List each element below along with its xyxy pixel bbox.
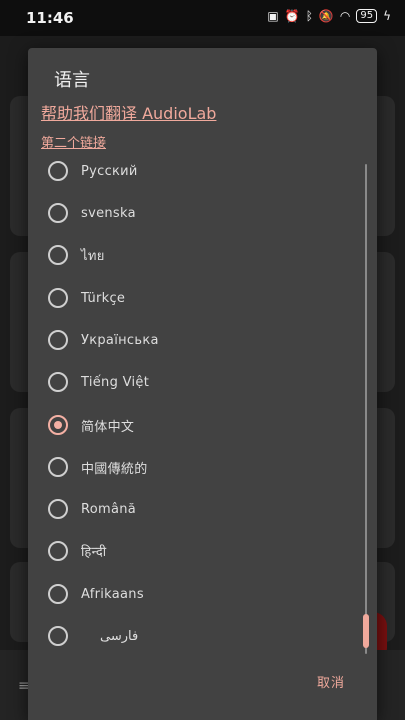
cancel-button[interactable]: 取消 xyxy=(317,672,345,691)
language-label: Afrikaans xyxy=(81,586,144,602)
language-dialog: 语言 帮助我们翻译 AudioLab 第二个链接 Русский svenska… xyxy=(28,48,377,720)
alarm-icon: ⏰ xyxy=(284,9,300,23)
language-option[interactable]: فارسی xyxy=(28,615,358,657)
language-label: svenska xyxy=(81,205,136,221)
radio-button[interactable] xyxy=(48,245,68,265)
status-icons: ▣ ⏰ ᛒ 🔕 ◠ 95 ϟ xyxy=(267,9,391,23)
status-bar: 11:46 ▣ ⏰ ᛒ 🔕 ◠ 95 ϟ xyxy=(0,0,405,36)
language-label: Tiếng Việt xyxy=(81,374,150,390)
radio-button[interactable] xyxy=(48,457,68,477)
help-translate-link[interactable]: 帮助我们翻译 AudioLab xyxy=(41,100,216,124)
language-option[interactable]: 简体中文 xyxy=(28,404,358,446)
second-link[interactable]: 第二个链接 xyxy=(41,132,106,151)
radio-button[interactable] xyxy=(48,541,68,561)
status-time: 11:46 xyxy=(26,9,74,27)
bluetooth-icon: ᛒ xyxy=(305,9,313,23)
language-label: 中國傳統的 xyxy=(81,461,148,477)
scrollbar-thumb[interactable] xyxy=(363,614,369,648)
language-label: Română xyxy=(81,501,137,517)
language-option[interactable]: 中國傳統的 xyxy=(28,446,358,488)
wifi-icon: ◠ xyxy=(339,9,351,23)
language-option[interactable]: ไทย xyxy=(28,234,358,276)
radio-button[interactable] xyxy=(48,499,68,519)
radio-button[interactable] xyxy=(48,626,68,646)
radio-button[interactable] xyxy=(48,161,68,181)
language-option[interactable]: Afrikaans xyxy=(28,573,358,615)
scrollbar-track[interactable] xyxy=(365,164,367,654)
language-label: ไทย xyxy=(81,248,105,264)
language-list[interactable]: Русский svenska ไทย Türkçe Українська Ti… xyxy=(28,150,377,660)
radio-button[interactable] xyxy=(48,203,68,223)
language-option[interactable]: Русский xyxy=(28,150,358,192)
radio-button[interactable] xyxy=(48,288,68,308)
language-label: Русский xyxy=(81,163,138,179)
language-label: 简体中文 xyxy=(81,419,135,435)
battery-icon: 95 xyxy=(356,9,378,23)
language-option[interactable]: svenska xyxy=(28,192,358,234)
radio-button[interactable] xyxy=(48,330,68,350)
language-label: فارسی xyxy=(100,628,139,644)
language-label: Українська xyxy=(81,332,159,348)
nfc-icon: ▣ xyxy=(267,9,279,23)
language-label: हिन्दी xyxy=(81,545,107,560)
language-option[interactable]: Українська xyxy=(28,319,358,361)
dialog-title: 语言 xyxy=(54,70,90,91)
language-option[interactable]: Türkçe xyxy=(28,277,358,319)
charging-icon: ϟ xyxy=(383,9,391,23)
radio-button-selected[interactable] xyxy=(48,415,68,435)
language-option[interactable]: Tiếng Việt xyxy=(28,361,358,403)
radio-button[interactable] xyxy=(48,372,68,392)
language-label: Türkçe xyxy=(81,290,126,306)
mute-icon: 🔕 xyxy=(318,9,334,23)
radio-button[interactable] xyxy=(48,584,68,604)
language-option[interactable]: Română xyxy=(28,488,358,530)
language-option[interactable]: हिन्दी xyxy=(28,530,358,572)
